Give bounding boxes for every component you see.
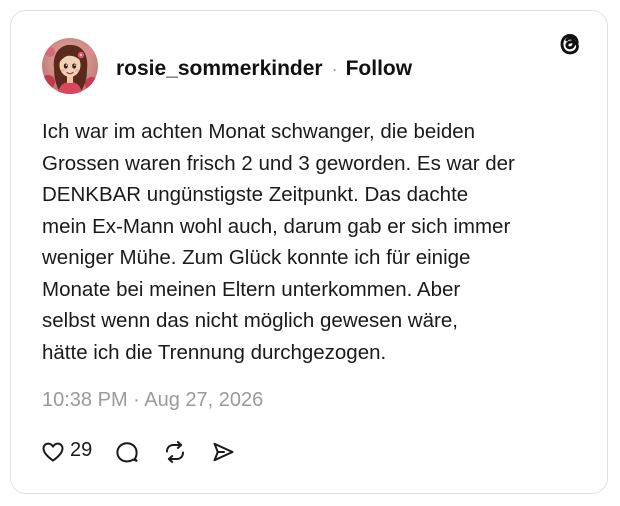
post-text-line: Grossen waren frisch 2 und 3 geworden. E… — [42, 151, 515, 175]
post-timestamp[interactable]: 10:38 PM · Aug 27, 2026 — [42, 389, 263, 412]
avatar-cartoon-girl-icon — [42, 38, 98, 94]
post-actions: 29 — [40, 437, 236, 467]
reply-button[interactable] — [114, 439, 140, 465]
repost-button[interactable] — [162, 439, 188, 465]
reply-icon — [114, 439, 140, 465]
post-header: rosie_sommerkinder · Follow — [116, 56, 412, 82]
like-button[interactable]: 29 — [40, 439, 92, 465]
like-count: 29 — [70, 438, 93, 461]
post-text-line: mein Ex-Mann wohl auch, darum gab er sic… — [42, 214, 511, 238]
repost-icon — [162, 439, 188, 465]
heart-icon — [40, 439, 66, 465]
follow-button[interactable]: Follow — [346, 57, 413, 81]
post-text-line: selbst wenn das nicht möglich gewesen wä… — [42, 309, 458, 332]
post-text: Ich war im achten Monat schwanger, die b… — [42, 116, 582, 368]
header-separator: · — [331, 58, 338, 79]
post-text-line: weniger Mühe. Zum Glück konnte ich für e… — [42, 246, 471, 269]
post-text-line: Ich war im achten Monat schwanger, die b… — [42, 120, 476, 143]
threads-logo-icon[interactable] — [556, 30, 584, 58]
share-icon — [210, 439, 236, 465]
author-username[interactable]: rosie_sommerkinder — [116, 57, 323, 81]
author-avatar[interactable] — [42, 38, 98, 94]
share-button[interactable] — [210, 439, 236, 465]
post-text-line: hätte ich die Trennung durchgezogen. — [42, 340, 387, 364]
post-text-line: DENKBAR ungünstigste Zeitpunkt. Das dach… — [42, 183, 469, 206]
post-text-line: Monate bei meinen Eltern unterkommen. Ab… — [42, 277, 461, 301]
